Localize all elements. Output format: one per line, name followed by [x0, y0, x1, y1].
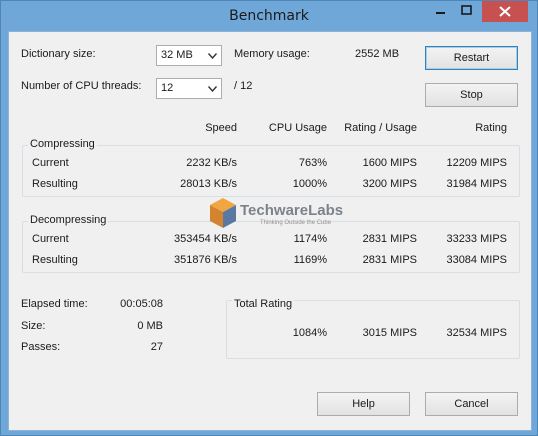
col-header-cpu-usage: CPU Usage — [268, 122, 327, 134]
row-label: Current — [32, 157, 69, 169]
cpu-usage-value: 1174% — [293, 233, 327, 245]
total-rating-usage-value: 3015 MIPS — [362, 327, 417, 339]
dictionary-size-select[interactable]: 32 MB — [156, 45, 222, 66]
maximize-button[interactable] — [454, 1, 480, 22]
help-button[interactable]: Help — [317, 392, 410, 416]
benchmark-window: Benchmark Dictionary size: 32 MB Memory … — [0, 0, 538, 436]
cpu-usage-value: 1000% — [292, 178, 327, 190]
size-label: Size: — [21, 320, 46, 332]
speed-value: 351876 KB/s — [174, 254, 237, 266]
row-label: Resulting — [32, 254, 78, 266]
col-header-speed: Speed — [205, 122, 237, 134]
speed-value: 2232 KB/s — [186, 157, 237, 169]
rating-value: 12209 MIPS — [446, 157, 507, 169]
compressing-title: Compressing — [28, 138, 97, 150]
cpu-threads-total: / 12 — [234, 80, 253, 92]
row-label: Current — [32, 233, 69, 245]
elapsed-time-value: 00:05:08 — [120, 298, 163, 310]
cpu-threads-value: 12 — [161, 82, 174, 94]
memory-usage-label: Memory usage: — [234, 48, 310, 60]
total-cpu-usage-value: 1084% — [292, 327, 327, 339]
col-header-rating: Rating — [475, 122, 507, 134]
maximize-icon — [461, 5, 472, 15]
restart-button[interactable]: Restart — [425, 46, 518, 70]
title-bar[interactable]: Benchmark — [1, 1, 537, 31]
speed-value: 353454 KB/s — [174, 233, 237, 245]
dialog-client-area: Dictionary size: 32 MB Memory usage: 255… — [8, 31, 532, 431]
passes-label: Passes: — [21, 341, 61, 353]
dictionary-size-label: Dictionary size: — [21, 48, 96, 60]
cpu-threads-select[interactable]: 12 — [156, 78, 222, 99]
rating-usage-value: 2831 MIPS — [362, 254, 417, 266]
passes-value: 27 — [150, 341, 163, 353]
minimize-icon — [436, 12, 445, 14]
total-rating-title: Total Rating — [232, 298, 295, 310]
rating-usage-value: 3200 MIPS — [362, 178, 417, 190]
close-button[interactable] — [482, 1, 528, 22]
total-rating-value: 32534 MIPS — [446, 327, 507, 339]
memory-usage-value: 2552 MB — [355, 48, 400, 60]
close-icon — [499, 6, 511, 17]
elapsed-time-label: Elapsed time: — [21, 298, 88, 310]
rating-value: 33084 MIPS — [446, 254, 507, 266]
minimize-button[interactable] — [427, 1, 454, 22]
rating-usage-value: 2831 MIPS — [362, 233, 417, 245]
techwarelabs-watermark: TechwareLabs Thinking Outside the Cube — [208, 194, 358, 234]
rating-value: 33233 MIPS — [446, 233, 507, 245]
row-label: Resulting — [32, 178, 78, 190]
rating-value: 31984 MIPS — [446, 178, 507, 190]
dictionary-size-value: 32 MB — [161, 49, 193, 61]
cpu-threads-label: Number of CPU threads: — [21, 80, 142, 92]
chevron-down-icon — [208, 53, 217, 59]
cube-logo-icon — [210, 198, 236, 228]
chevron-down-icon — [208, 86, 217, 92]
speed-value: 28013 KB/s — [180, 178, 237, 190]
col-header-rating-usage: Rating / Usage — [344, 122, 417, 134]
watermark-tagline: Thinking Outside the Cube — [260, 220, 332, 226]
size-value: 0 MB — [137, 320, 163, 332]
watermark-brand: TechwareLabs — [240, 202, 344, 219]
stop-button[interactable]: Stop — [425, 83, 518, 107]
cpu-usage-value: 763% — [298, 157, 327, 169]
rating-usage-value: 1600 MIPS — [362, 157, 417, 169]
decompressing-title: Decompressing — [28, 214, 109, 226]
cancel-button[interactable]: Cancel — [425, 392, 518, 416]
cpu-usage-value: 1169% — [293, 254, 327, 266]
